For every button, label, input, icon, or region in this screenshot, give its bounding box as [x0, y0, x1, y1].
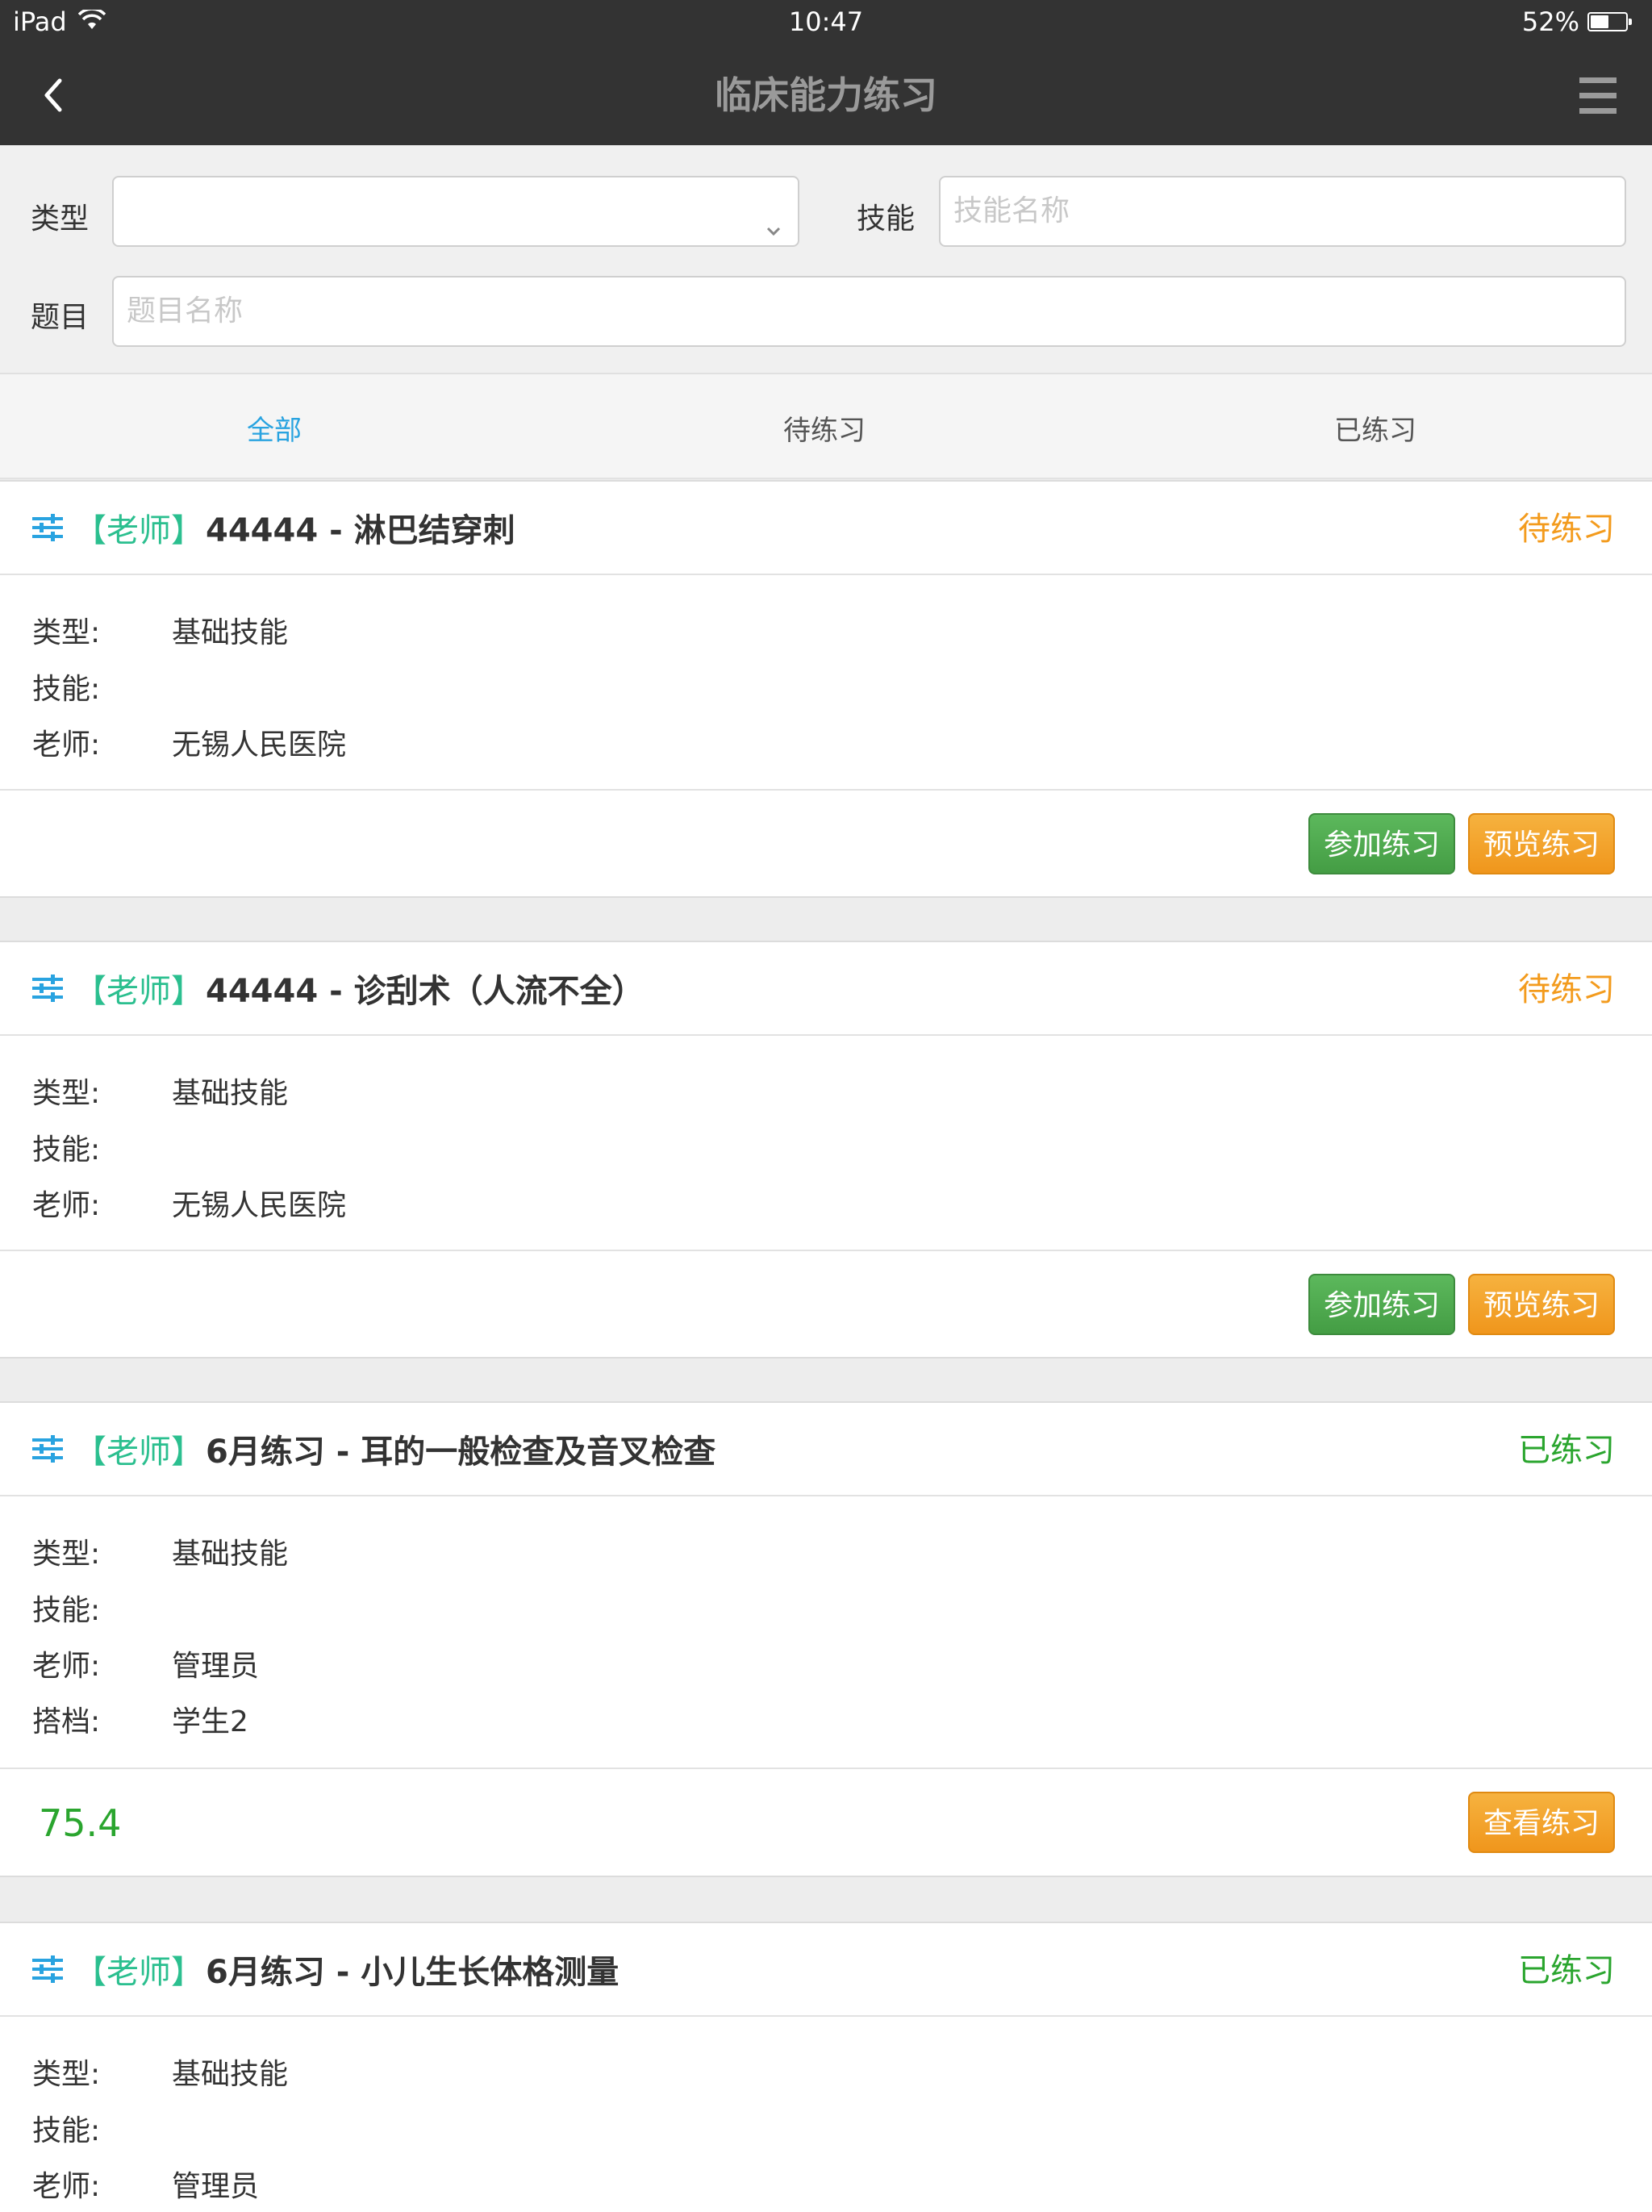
card-header: 【老师】 44444 - 诊刮术（人流不全） 待练习: [0, 942, 1652, 1036]
exercise-card: 【老师】 6月练习 - 小儿生长体格测量 已练习 类型: 基础技能 技能: 老师…: [0, 1922, 1652, 2212]
filter-panel: 类型 技能 技能名称 题目 题目名称: [0, 145, 1652, 374]
card-footer: 75.4 查看练习: [0, 1768, 1652, 1876]
status-badge: 已练习: [1518, 1432, 1615, 1469]
view-practice-button[interactable]: 查看练习: [1468, 1792, 1615, 1853]
partner-label: 搭档:: [32, 1705, 101, 1738]
card-header: 【老师】 44444 - 淋巴结穿刺 待练习: [0, 482, 1652, 575]
teacher-label: 老师:: [32, 728, 101, 762]
exercise-title: 6月练习 - 小儿生长体格测量: [206, 1954, 620, 1991]
exercise-title: 44444 - 诊刮术（人流不全）: [206, 973, 645, 1010]
teacher-value: 管理员: [172, 2170, 260, 2203]
type-value: 基础技能: [172, 1538, 289, 1571]
type-label: 类型:: [32, 2058, 101, 2091]
card-footer: 参加练习 预览练习: [0, 789, 1652, 897]
skill-input-placeholder: 技能名称: [953, 194, 1070, 227]
exercise-title: 44444 - 淋巴结穿刺: [206, 512, 515, 549]
preview-practice-button[interactable]: 预览练习: [1468, 813, 1615, 874]
join-practice-button[interactable]: 参加练习: [1308, 813, 1455, 874]
status-tabs: 全部 待练习 已练习: [0, 374, 1652, 479]
menu-icon[interactable]: [1579, 76, 1618, 116]
teacher-tag: 【老师】: [74, 512, 203, 549]
type-filter-label: 类型: [31, 202, 90, 236]
card-footer: 参加练习 预览练习: [0, 1250, 1652, 1358]
tab-pending[interactable]: 待练习: [703, 374, 945, 479]
tab-done[interactable]: 已练习: [1254, 374, 1496, 479]
score-value: 75.4: [39, 1801, 122, 1845]
battery-percent: 52%: [1521, 6, 1579, 37]
type-label: 类型:: [32, 1077, 101, 1110]
skill-label: 技能:: [32, 2114, 101, 2147]
chevron-down-icon: [762, 200, 785, 236]
status-badge: 待练习: [1518, 511, 1615, 548]
sliders-icon: [32, 975, 63, 1002]
topic-input-placeholder: 题目名称: [127, 294, 244, 328]
skill-label: 技能:: [32, 1133, 101, 1167]
type-label: 类型:: [32, 1538, 101, 1571]
status-badge: 已练习: [1518, 1952, 1615, 1989]
teacher-value: 无锡人民医院: [172, 728, 347, 762]
teacher-tag: 【老师】: [74, 1434, 203, 1471]
topic-filter-label: 题目: [31, 301, 90, 334]
exercise-card: 【老师】 44444 - 诊刮术（人流不全） 待练习 类型: 基础技能 技能: …: [0, 941, 1652, 1359]
card-header: 【老师】 6月练习 - 耳的一般检查及音叉检查 已练习: [0, 1403, 1652, 1496]
skill-label: 技能:: [32, 673, 101, 706]
card-header: 【老师】 6月练习 - 小儿生长体格测量 已练习: [0, 1923, 1652, 2017]
sliders-icon: [32, 514, 63, 541]
topic-input[interactable]: 题目名称: [112, 276, 1626, 347]
nav-bar: 临床能力练习: [0, 45, 1652, 145]
type-value: 基础技能: [172, 616, 289, 649]
teacher-label: 老师:: [32, 1189, 101, 1222]
tab-all[interactable]: 全部: [153, 374, 395, 479]
exercise-card: 【老师】 44444 - 淋巴结穿刺 待练习 类型: 基础技能 技能: 老师: …: [0, 480, 1652, 898]
teacher-tag: 【老师】: [74, 1954, 203, 1991]
partner-value: 学生2: [172, 1705, 248, 1738]
clock: 10:47: [788, 6, 864, 37]
exercise-card: 【老师】 6月练习 - 耳的一般检查及音叉检查 已练习 类型: 基础技能 技能:…: [0, 1401, 1652, 1877]
type-value: 基础技能: [172, 1077, 289, 1110]
status-bar: iPad 10:47 52%: [0, 0, 1652, 45]
page-title: 临床能力练习: [715, 73, 937, 117]
preview-practice-button[interactable]: 预览练习: [1468, 1274, 1615, 1335]
type-value: 基础技能: [172, 2058, 289, 2091]
status-badge: 待练习: [1518, 971, 1615, 1008]
teacher-value: 无锡人民医院: [172, 1189, 347, 1222]
join-practice-button[interactable]: 参加练习: [1308, 1274, 1455, 1335]
type-label: 类型:: [32, 616, 101, 649]
teacher-label: 老师:: [32, 2170, 101, 2203]
teacher-tag: 【老师】: [74, 973, 203, 1010]
back-chevron-icon[interactable]: [32, 69, 81, 121]
battery-icon: [1587, 12, 1632, 31]
skill-filter-label: 技能: [857, 202, 916, 236]
teacher-value: 管理员: [172, 1650, 260, 1683]
skill-label: 技能:: [32, 1594, 101, 1627]
skill-input[interactable]: 技能名称: [939, 176, 1626, 247]
exercise-title: 6月练习 - 耳的一般检查及音叉检查: [206, 1434, 716, 1471]
teacher-label: 老师:: [32, 1650, 101, 1683]
type-select[interactable]: [112, 176, 799, 247]
sliders-icon: [32, 1435, 63, 1463]
sliders-icon: [32, 1955, 63, 1983]
